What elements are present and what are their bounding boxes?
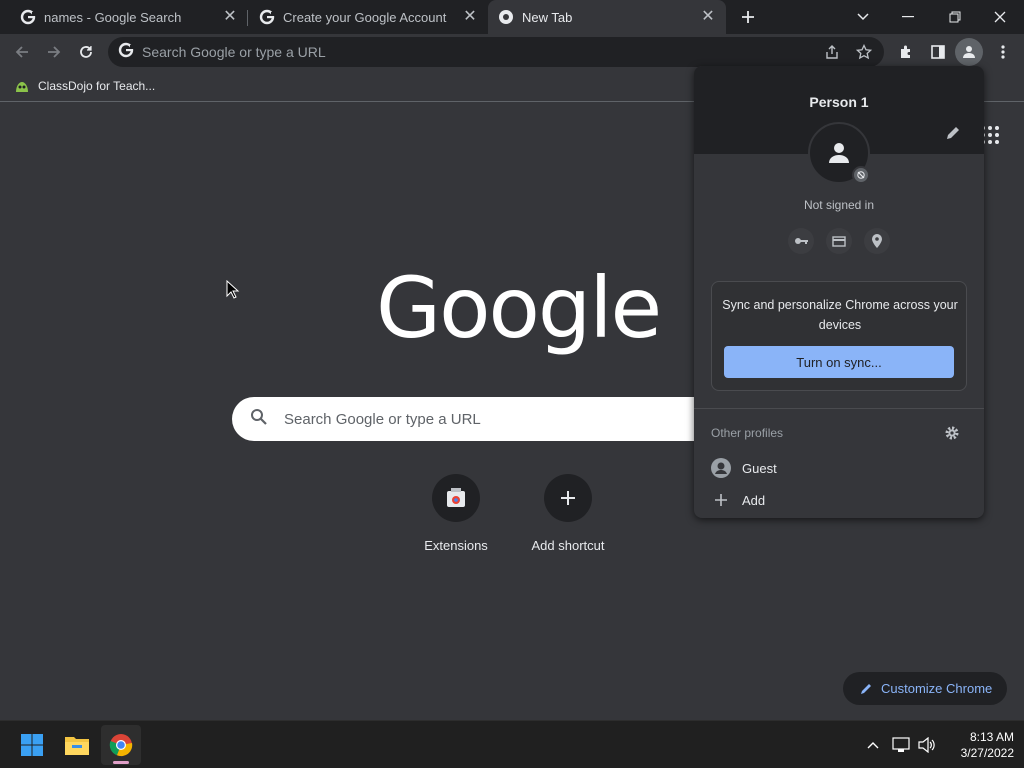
passwords-key-icon[interactable] [788,228,814,254]
gear-icon[interactable] [944,425,960,441]
other-profiles-heading: Other profiles [711,426,784,440]
close-tab-icon[interactable]: ✕ [462,9,478,25]
google-logo: Google [376,259,662,357]
back-icon[interactable] [8,38,36,66]
customize-label: Customize Chrome [881,681,993,696]
sign-in-status: Not signed in [803,198,875,212]
tab-names-search[interactable]: names - Google Search ✕ [0,0,248,34]
tab-new-tab[interactable]: New Tab ✕ [488,0,726,34]
clock-date: 3/27/2022 [960,746,1014,760]
ntp-search-placeholder: Search Google or type a URL [284,410,481,428]
reload-icon[interactable] [72,38,100,66]
sync-off-icon [852,166,870,184]
location-pin-icon[interactable] [864,228,890,254]
divider [694,408,984,409]
tab-create-account[interactable]: Create your Google Account ✕ [248,0,488,34]
sync-promo-card: Sync and personalize Chrome across your … [711,281,967,391]
close-window-icon[interactable] [980,0,1020,34]
tab-search-chevron-icon[interactable] [843,0,883,34]
taskbar-clock[interactable]: 8:13 AM 3/27/2022 [944,729,1014,761]
share-icon[interactable] [824,44,840,65]
google-g-icon [118,42,134,63]
shortcut-label: Add shortcut [531,538,605,553]
turn-on-sync-button[interactable]: Turn on sync... [724,346,954,378]
google-g-icon [20,9,36,25]
close-tab-icon[interactable]: ✕ [700,9,716,25]
guest-avatar-icon [710,457,732,479]
profile-row-label: Add [742,492,766,508]
side-panel-icon[interactable] [924,38,952,66]
mouse-cursor-icon [226,279,240,300]
windows-start-icon[interactable] [12,725,52,765]
profile-menu: Person 1 Not signed in Sync and personal… [694,66,984,518]
address-bar[interactable]: Search Google or type a URL [108,37,884,67]
clock-time: 8:13 AM [969,730,1014,744]
extensions-store-icon [432,474,480,522]
volume-icon[interactable] [917,735,937,755]
minimize-icon[interactable] [888,0,928,34]
payment-card-icon[interactable] [826,228,852,254]
forward-icon[interactable] [40,38,68,66]
chrome-icon [498,9,514,25]
toolbar: Search Google or type a URL [0,34,1024,70]
plus-icon [544,474,592,522]
sync-promo-text: Sync and personalize Chrome across your … [722,298,958,332]
classdojo-icon [14,78,30,94]
profile-row-label: Guest [742,460,777,476]
shortcut-label: Extensions [424,538,488,553]
tab-title: names - Google Search [44,9,182,25]
show-hidden-icons-chevron-icon[interactable] [863,735,883,755]
tab-title: Create your Google Account [283,9,447,25]
plus-icon [710,489,732,511]
close-tab-icon[interactable]: ✕ [222,9,238,25]
shortcut-extensions[interactable]: Extensions [400,474,512,558]
new-tab-button[interactable] [728,0,768,34]
tab-strip: names - Google Search ✕ Create your Goog… [0,0,1024,34]
taskbar: 8:13 AM 3/27/2022 [0,720,1024,768]
bookmark-star-icon[interactable] [855,43,873,65]
profile-name: Person 1 [809,94,869,110]
profile-avatar-button[interactable] [955,38,983,66]
google-g-icon [259,9,275,25]
bookmark-label: ClassDojo for Teach... [38,78,156,93]
tab-title: New Tab [522,9,573,25]
restore-icon[interactable] [935,0,975,34]
shortcut-add[interactable]: Add shortcut [512,474,624,558]
address-bar-placeholder: Search Google or type a URL [142,44,326,60]
more-menu-icon[interactable] [989,38,1017,66]
edit-pencil-icon[interactable] [944,124,962,142]
network-icon[interactable] [891,735,911,755]
active-app-indicator [113,761,129,764]
customize-chrome-button[interactable]: Customize Chrome [843,672,1007,705]
chrome-taskbar-icon[interactable] [101,725,141,765]
search-icon [250,408,268,431]
bookmark-classdojo[interactable]: ClassDojo for Teach... [14,78,155,94]
pencil-icon [861,683,871,694]
extensions-puzzle-icon[interactable] [892,38,920,66]
file-explorer-icon[interactable] [57,725,97,765]
profile-row-guest[interactable]: Guest [710,456,777,480]
profile-row-add[interactable]: Add [710,488,765,512]
